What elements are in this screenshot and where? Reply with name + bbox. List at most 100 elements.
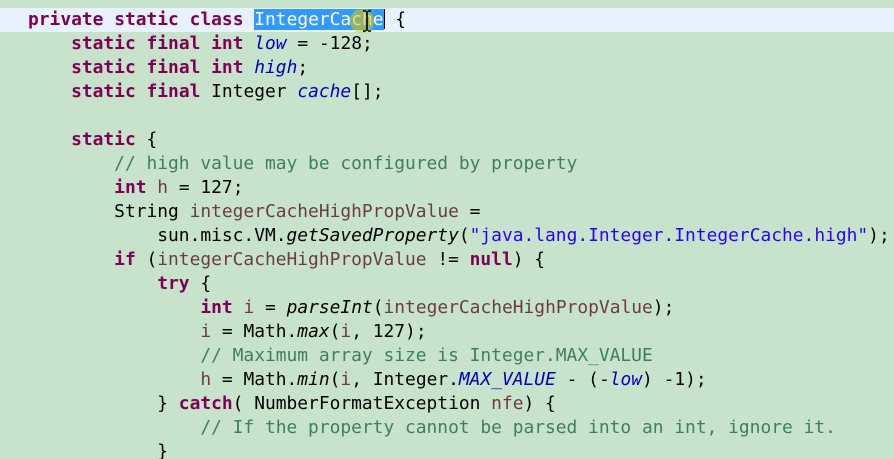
keyword-token: final — [146, 57, 201, 78]
code-token: - (- — [555, 369, 610, 390]
code-token: ); — [652, 297, 675, 318]
method-token: min — [297, 369, 330, 390]
code-line[interactable]: sun.misc.VM.getSavedProperty("java.lang.… — [28, 224, 894, 248]
code-token: = — [458, 201, 481, 222]
keyword-token: int — [114, 177, 147, 198]
method-token: parseInt — [286, 297, 373, 318]
code-line[interactable]: int i = parseInt(integerCacheHighPropVal… — [28, 296, 894, 320]
code-line[interactable]: } — [28, 440, 894, 459]
code-line[interactable]: if (integerCacheHighPropValue != null) { — [28, 248, 894, 272]
code-token: , 127); — [351, 321, 427, 342]
keyword-token: final — [146, 33, 201, 54]
code-token: ( — [372, 297, 384, 318]
code-token: String — [28, 201, 190, 222]
code-line[interactable]: } catch( NumberFormatException nfe) { — [28, 392, 894, 416]
variable-token: integerCacheHighPropValue — [383, 297, 653, 318]
code-token: { — [189, 273, 212, 294]
code-token: ( NumberFormatException — [232, 393, 492, 414]
code-token: = — [254, 297, 287, 318]
code-line[interactable] — [28, 104, 894, 128]
variable-token: i — [243, 297, 255, 318]
code-token: { — [135, 129, 158, 150]
field-token: low — [609, 369, 643, 390]
keyword-token: final — [146, 81, 201, 102]
code-line[interactable]: String integerCacheHighPropValue = — [28, 200, 894, 224]
code-token: ) { — [512, 249, 546, 270]
code-token: , Integer. — [351, 369, 459, 390]
code-token: != — [426, 249, 470, 270]
variable-token: integerCacheHighPropValue — [157, 249, 427, 270]
code-editor[interactable]: private static class IntegerCache { stat… — [0, 0, 894, 459]
code-token: ( — [329, 369, 341, 390]
variable-token: h — [157, 177, 169, 198]
code-token: ( — [135, 249, 158, 270]
code-line[interactable]: static final int low = -128; — [28, 32, 894, 56]
code-line[interactable]: try { — [28, 272, 894, 296]
code-line[interactable]: static final Integer cache[]; — [28, 80, 894, 104]
code-text[interactable]: private static class IntegerCache { stat… — [0, 8, 894, 459]
code-line[interactable]: int h = 127; — [28, 176, 894, 200]
keyword-token: static — [71, 33, 136, 54]
variable-token: i — [340, 321, 352, 342]
keyword-token: try — [157, 273, 190, 294]
code-token: sun.misc.VM. — [28, 225, 287, 246]
keyword-token: static — [114, 9, 179, 30]
keyword-token: static — [71, 129, 136, 150]
field-token: cache — [297, 81, 352, 102]
code-line[interactable]: // high value may be configured by prope… — [28, 152, 894, 176]
variable-token: h — [200, 369, 212, 390]
code-line[interactable]: private static class IntegerCache { — [0, 8, 894, 32]
variable-token: i — [200, 321, 212, 342]
method-token: getSavedProperty — [286, 225, 459, 246]
code-token: ) -1); — [642, 369, 707, 390]
keyword-token: null — [469, 249, 513, 270]
code-line[interactable]: i = Math.max(i, 127); — [28, 320, 894, 344]
text-cursor-icon — [363, 10, 371, 32]
method-token: max — [297, 321, 330, 342]
code-token: = 127; — [168, 177, 244, 198]
string-token: "java.lang.Integer.IntegerCache.high" — [469, 225, 869, 246]
code-token: = Math. — [211, 369, 298, 390]
keyword-token: private — [28, 9, 104, 30]
code-line[interactable]: static final int high; — [28, 56, 894, 80]
variable-token: integerCacheHighPropValue — [189, 201, 459, 222]
code-token: []; — [351, 81, 384, 102]
code-token: = -128; — [286, 33, 373, 54]
variable-token: i — [340, 369, 352, 390]
field-token: low — [254, 33, 287, 54]
code-token: Integer — [200, 81, 298, 102]
code-token: = Math. — [211, 321, 298, 342]
keyword-token: static — [71, 57, 136, 78]
code-line[interactable]: static { — [28, 128, 894, 152]
code-line[interactable]: // Maximum array size is Integer.MAX_VAL… — [28, 344, 894, 368]
keyword-token: int — [200, 297, 233, 318]
comment-token: // high value may be configured by prope… — [114, 153, 578, 174]
keyword-token: class — [189, 9, 244, 30]
variable-token: nfe — [491, 393, 524, 414]
code-token: } — [28, 393, 179, 414]
field-token: MAX_VALUE — [458, 369, 556, 390]
code-line[interactable]: // If the property cannot be parsed into… — [28, 416, 894, 440]
code-line[interactable]: h = Math.min(i, Integer.MAX_VALUE - (-lo… — [28, 368, 894, 392]
